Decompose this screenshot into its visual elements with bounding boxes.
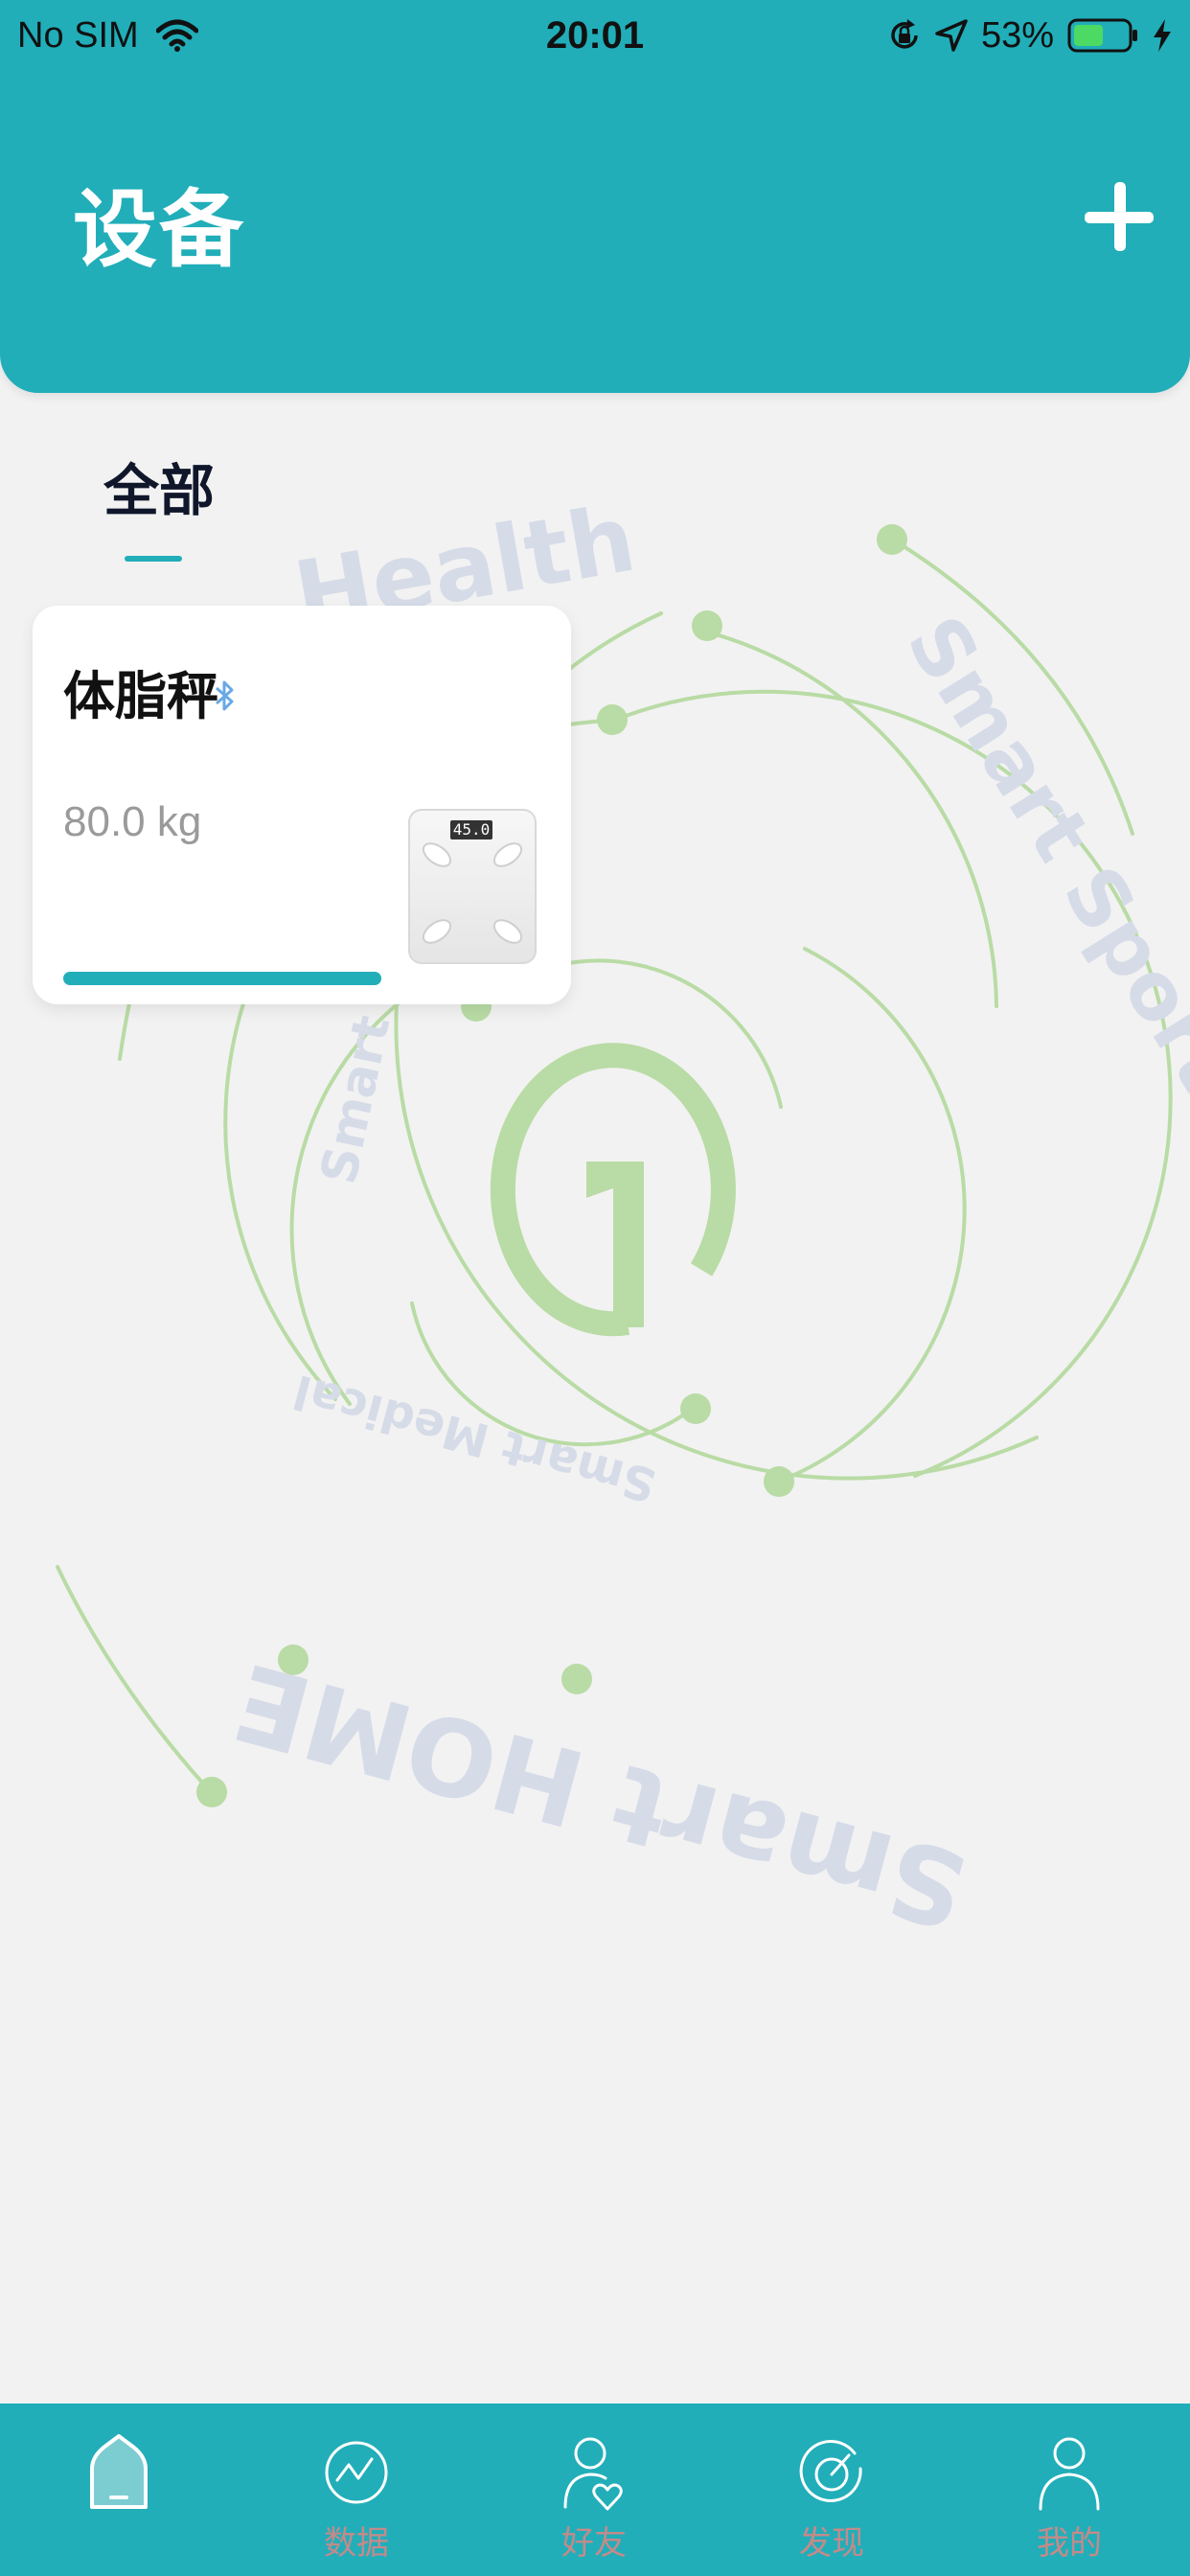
device-name: 体脂秤 [63,666,218,726]
nav-label-friends: 好友 [561,2524,627,2563]
battery-percent: 53% [980,14,1054,56]
bluetooth-icon [216,680,234,711]
status-bar-right: 53% [887,12,1173,59]
chart-circle-icon [325,2441,388,2504]
device-weight: 80.0 kg [63,798,202,845]
battery-icon [1067,18,1137,53]
device-card[interactable]: 体脂秤 80.0 kg 45.0 [33,606,571,1004]
nav-home[interactable] [0,2404,238,2576]
nav-profile[interactable]: 我的 [950,2404,1188,2576]
art-text-smart-medical: Smart Medical [288,1364,662,1512]
home-icon [90,2434,148,2509]
scale-image: 45.0 [408,809,537,964]
art-text-smart-sports: Smart Sports [889,601,1190,1145]
friend-heart-icon [563,2437,623,2511]
device-progress-bar [63,972,381,985]
charging-bolt-icon [1154,19,1171,52]
bottom-nav: 数据 好友 发现 我的 [0,2404,1190,2576]
nav-discover[interactable]: 发现 [713,2404,950,2576]
nav-data[interactable]: 数据 [238,2404,475,2576]
page-title: 设备 [73,180,246,279]
profile-icon [1039,2437,1100,2511]
nav-label-data: 数据 [324,2524,389,2563]
nav-friends[interactable]: 好友 [475,2404,713,2576]
discover-compass-icon [799,2440,862,2502]
nav-label-profile: 我的 [1037,2524,1102,2563]
art-text-smart-home: Smart HOME [222,1639,979,1951]
location-arrow-icon [935,19,968,52]
rotation-lock-icon [891,19,918,49]
nav-label-discover: 发现 [799,2524,864,2563]
add-device-button[interactable] [1085,182,1154,251]
